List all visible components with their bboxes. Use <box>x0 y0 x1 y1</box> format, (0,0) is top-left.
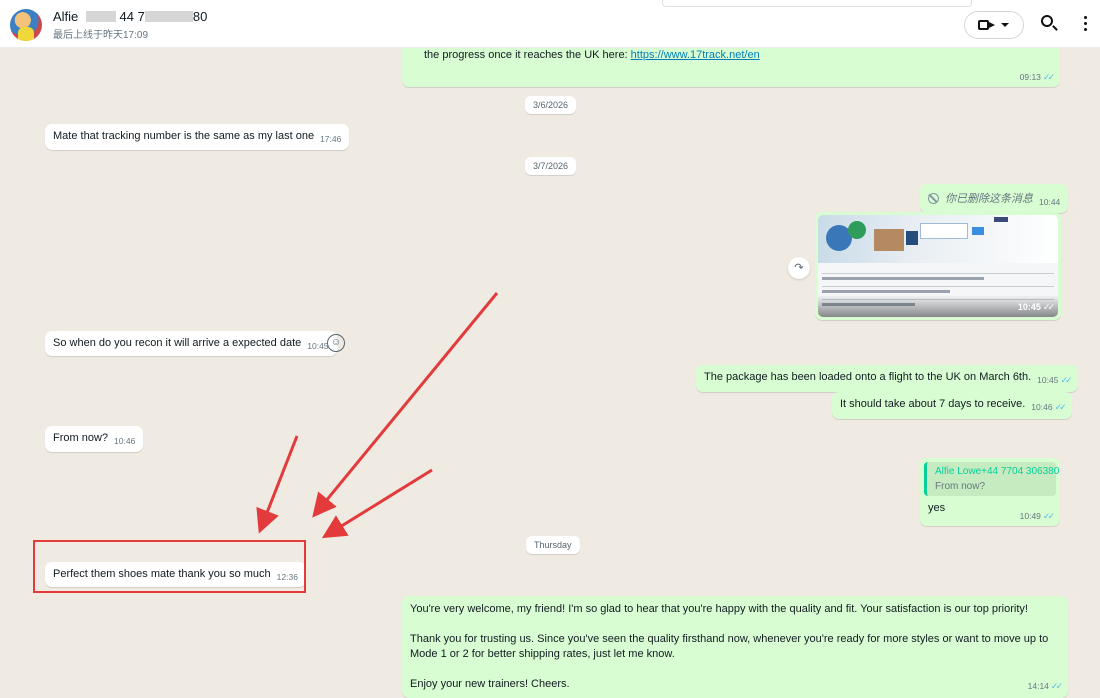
message-text: 你已删除这条消息 <box>945 193 1033 205</box>
chevron-down-icon <box>1001 23 1009 27</box>
message-outgoing-image[interactable]: 10:45 ✓✓ <box>815 212 1061 320</box>
message-incoming[interactable]: So when do you recon it will arrive a ex… <box>45 331 337 356</box>
message-text: From now? <box>53 432 109 444</box>
read-ticks-icon: ✓✓ <box>1050 681 1063 691</box>
contact-phone-part: 44 <box>119 9 135 24</box>
deleted-message-icon <box>928 193 939 204</box>
last-seen-status: 最后上线于昨天17:09 <box>53 30 149 41</box>
message-incoming[interactable]: From now? 10:46 <box>45 426 144 452</box>
redacted-block <box>85 11 116 22</box>
message-meta: 10:46 ✓✓ <box>1031 402 1067 412</box>
message-paragraph: Enjoy your new trainers! Cheers. <box>410 678 570 690</box>
read-ticks-icon: ✓✓ <box>1054 402 1067 412</box>
message-meta: 09:13 ✓✓ <box>1019 72 1055 82</box>
emoji-reaction-icon[interactable]: ☺ <box>327 334 345 352</box>
message-text: Mate that tracking number is the same as… <box>53 130 315 142</box>
quote-text: From now? <box>935 481 986 492</box>
read-ticks-icon: ✓✓ <box>1060 375 1072 385</box>
message-outgoing-deleted[interactable]: 你已删除这条消息 10:44 <box>920 184 1069 213</box>
message-text: The package has been loaded onto a fligh… <box>704 371 1032 383</box>
message-outgoing[interactable]: It should take about 7 days to receive. 1… <box>832 392 1072 419</box>
message-text: So when do you recon it will arrive a ex… <box>53 337 302 349</box>
quote-author: Alfie Lowe+44 7704 306380 <box>935 466 1060 477</box>
message-text: yes <box>928 502 946 514</box>
contact-name-prefix: Alfie <box>53 9 79 24</box>
message-paragraph: Thank you for trusting us. Since you've … <box>410 633 1049 660</box>
message-outgoing[interactable]: You're very welcome, my friend! I'm so g… <box>402 596 1068 698</box>
message-outgoing-reply[interactable]: Alfie Lowe+44 7704 306380 From now? yes … <box>920 458 1060 526</box>
annotation-arrow <box>256 435 299 534</box>
avatar[interactable] <box>10 9 42 41</box>
tracking-link[interactable]: https://www.17track.net/en <box>631 49 760 61</box>
annotation-arrow <box>312 292 499 518</box>
video-camera-icon <box>978 20 995 30</box>
message-meta: 10:45 ✓✓ <box>1037 375 1072 385</box>
chat-header: Alfie 44 7 80 最后上线于昨天17:09 <box>0 0 1100 48</box>
message-outgoing[interactable]: The package has been loaded onto a fligh… <box>696 365 1078 392</box>
contact-phone-part: 7 <box>137 9 145 24</box>
message-incoming[interactable]: Mate that tracking number is the same as… <box>45 124 350 150</box>
message-paragraph: You're very welcome, my friend! I'm so g… <box>410 603 1028 615</box>
message-time: 10:44 <box>1039 197 1061 207</box>
screenshot-thumbnail[interactable]: 10:45 ✓✓ <box>818 215 1058 317</box>
quoted-message[interactable]: Alfie Lowe+44 7704 306380 From now? <box>924 462 1060 496</box>
redacted-block <box>144 11 193 22</box>
message-time: 10:46 <box>114 436 136 446</box>
date-separator: 3/6/2026 <box>525 96 577 114</box>
message-meta: 10:49 ✓✓ <box>1019 511 1055 521</box>
contact-phone-part: 80 <box>192 9 208 24</box>
contact-name[interactable]: Alfie 44 7 80 <box>53 9 207 24</box>
message-meta: 10:45 ✓✓ <box>1017 302 1055 312</box>
date-separator: Thursday <box>526 536 580 554</box>
forward-icon[interactable]: ↷ <box>788 257 810 279</box>
popup-edge <box>662 0 972 7</box>
message-time: 10:45 <box>307 341 329 351</box>
date-separator: 3/7/2026 <box>525 157 577 175</box>
message-meta: 14:14 ✓✓ <box>1027 681 1063 691</box>
search-icon[interactable] <box>1041 15 1053 27</box>
message-text: It should take about 7 days to receive. <box>840 398 1026 410</box>
annotation-highlight-box <box>33 540 306 593</box>
video-call-button[interactable] <box>964 11 1024 39</box>
message-time: 17:46 <box>320 134 342 144</box>
annotation-arrow <box>321 468 433 539</box>
read-ticks-icon: ✓✓ <box>1042 302 1055 312</box>
read-ticks-icon: ✓✓ <box>1042 511 1055 521</box>
message-text: the progress once it reaches the UK here… <box>424 49 631 61</box>
read-ticks-icon: ✓✓ <box>1042 72 1055 82</box>
more-vertical-icon[interactable] <box>1084 16 1088 32</box>
